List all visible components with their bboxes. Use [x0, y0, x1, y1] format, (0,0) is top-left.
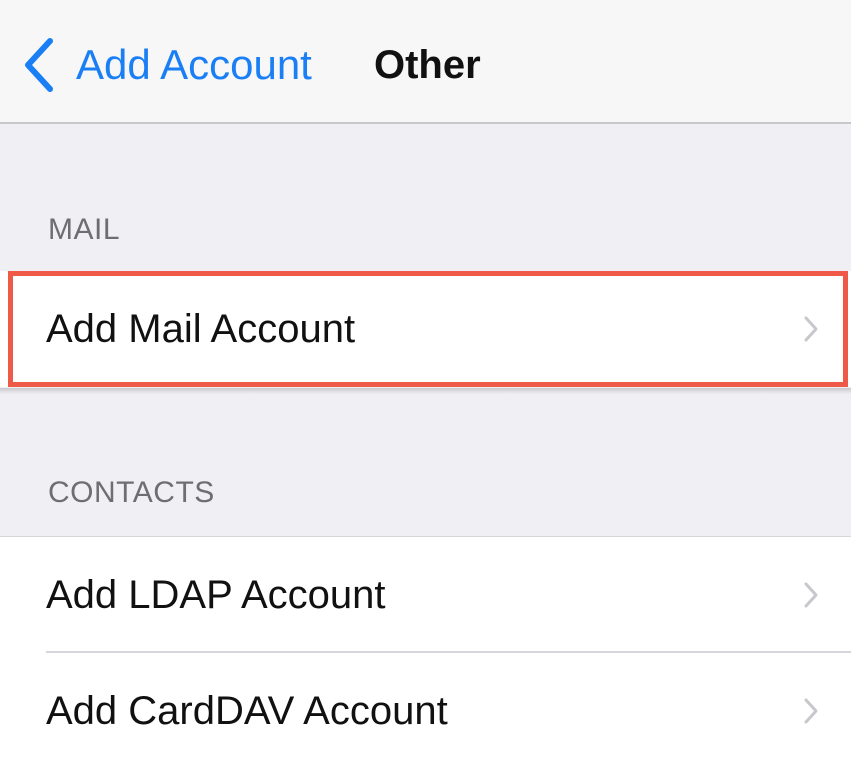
chevron-right-icon: [804, 582, 818, 608]
group-divider: [0, 388, 851, 394]
add-mail-account-row[interactable]: Add Mail Account: [0, 271, 851, 387]
back-button[interactable]: Add Account: [22, 32, 312, 98]
row-label: Add LDAP Account: [46, 572, 386, 617]
add-ldap-account-row[interactable]: Add LDAP Account: [0, 537, 851, 653]
section-header-contacts: CONTACTS: [48, 476, 215, 509]
navigation-bar: Add Account Other: [0, 0, 851, 124]
chevron-right-icon: [804, 316, 818, 342]
mail-group: Add Mail Account: [0, 271, 851, 387]
row-label: Add CardDAV Account: [46, 688, 448, 733]
row-label: Add Mail Account: [46, 306, 356, 351]
back-button-label: Add Account: [76, 41, 312, 88]
section-header-mail: MAIL: [48, 213, 121, 246]
page-title: Other: [374, 42, 481, 87]
chevron-right-icon: [804, 698, 818, 724]
contacts-group: Add LDAP Account Add CardDAV Account: [0, 536, 851, 765]
add-carddav-account-row[interactable]: Add CardDAV Account: [0, 653, 851, 765]
chevron-left-icon: [25, 38, 53, 92]
